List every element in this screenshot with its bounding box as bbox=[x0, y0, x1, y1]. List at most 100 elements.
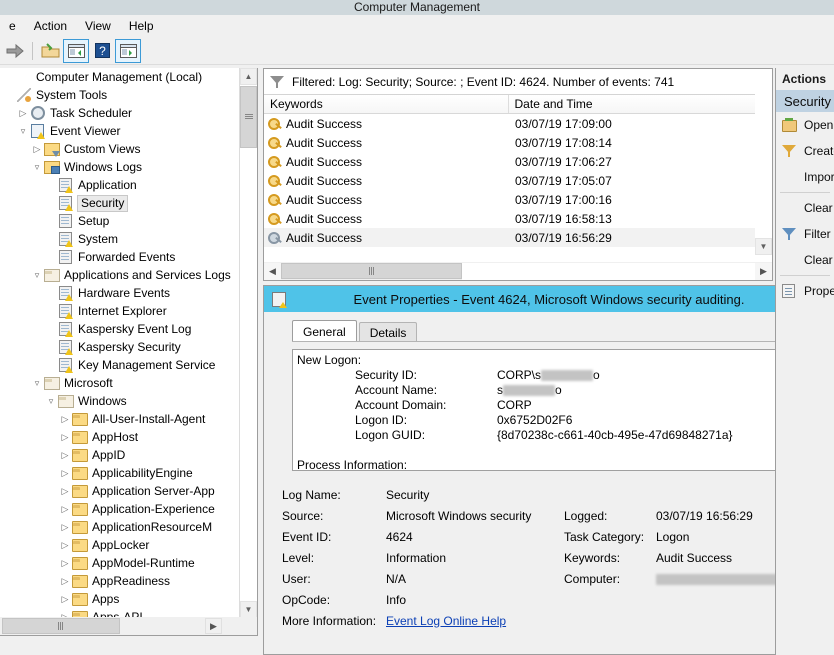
tree-item-system-tools[interactable]: System Tools bbox=[0, 86, 238, 104]
tree-item-hardware-events[interactable]: Hardware Events bbox=[0, 284, 238, 302]
help-icon[interactable]: ? bbox=[89, 39, 115, 63]
menu-file[interactable]: e bbox=[0, 16, 25, 36]
tree-expander-icon[interactable]: ▷ bbox=[58, 410, 72, 428]
tree-horizontal-scrollbar[interactable]: ▶ bbox=[0, 617, 258, 635]
open-folder-icon[interactable] bbox=[37, 39, 63, 63]
tree-item-windows[interactable]: ▿Windows bbox=[0, 392, 238, 410]
action-item-clear-log[interactable]: Clear Log... bbox=[776, 195, 834, 221]
action-item-import-custom-view[interactable]: Import Custom View... bbox=[776, 164, 834, 190]
event-keywords-cell: Audit Success bbox=[264, 193, 509, 207]
tree-item-microsoft[interactable]: ▿Microsoft bbox=[0, 374, 238, 392]
tree-item-custom-views[interactable]: ▷Custom Views bbox=[0, 140, 238, 158]
event-hscroll-right-icon[interactable]: ▶ bbox=[755, 263, 772, 280]
tree-item-applicationresourcem[interactable]: ▷ApplicationResourceM bbox=[0, 518, 238, 536]
event-list-vertical-scrollbar[interactable]: ▼ bbox=[755, 88, 772, 255]
action-item-properties[interactable]: Properties bbox=[776, 278, 834, 304]
tree-expander-icon[interactable]: ▷ bbox=[58, 554, 72, 572]
event-row[interactable]: Audit Success03/07/19 17:09:00 bbox=[264, 114, 772, 133]
tree-expander-icon[interactable]: ▷ bbox=[58, 572, 72, 590]
tree-item-appmodel-runtime[interactable]: ▷AppModel-Runtime bbox=[0, 554, 238, 572]
tree-item-computer-management-local[interactable]: Computer Management (Local) bbox=[0, 68, 238, 86]
tree-expander-icon[interactable]: ▿ bbox=[30, 374, 44, 392]
forward-arrow-icon[interactable] bbox=[2, 39, 28, 63]
tree-item-appreadiness[interactable]: ▷AppReadiness bbox=[0, 572, 238, 590]
tree-item-applicabilityengine[interactable]: ▷ApplicabilityEngine bbox=[0, 464, 238, 482]
tree-scroll-down-icon[interactable]: ▼ bbox=[240, 601, 257, 618]
tree-item-apps[interactable]: ▷ Apps bbox=[0, 590, 238, 608]
event-properties-panel: Event Properties - Event 4624, Microsoft… bbox=[263, 285, 833, 655]
tree-item-windows-logs[interactable]: ▿Windows Logs bbox=[0, 158, 238, 176]
tab-details[interactable]: Details bbox=[359, 322, 418, 342]
tree-item-applocker[interactable]: ▷AppLocker bbox=[0, 536, 238, 554]
menu-view[interactable]: View bbox=[76, 16, 120, 36]
tree-expander-icon[interactable]: ▷ bbox=[58, 464, 72, 482]
event-row[interactable]: Audit Success03/07/19 17:05:07 bbox=[264, 171, 772, 190]
tree-expander-icon[interactable]: ▿ bbox=[30, 158, 44, 176]
tree-item-apphost[interactable]: ▷AppHost bbox=[0, 428, 238, 446]
event-hscroll-track[interactable] bbox=[462, 263, 755, 280]
action-item-open-saved-log[interactable]: Open Saved Log... bbox=[776, 112, 834, 138]
tree-expander-icon[interactable]: ▿ bbox=[16, 122, 30, 140]
tree-expander-icon[interactable]: ▷ bbox=[58, 428, 72, 446]
event-list-horizontal-scrollbar[interactable]: ◀ ▶ bbox=[264, 262, 772, 280]
column-header-date-and-time[interactable]: Date and Time bbox=[509, 95, 757, 113]
audit-key-icon bbox=[268, 155, 282, 169]
tree-item-application-experience[interactable]: ▷ Application-Experience bbox=[0, 500, 238, 518]
column-header-keywords[interactable]: Keywords bbox=[264, 95, 509, 113]
tree-hscroll-thumb[interactable] bbox=[2, 618, 120, 634]
tree-expander-icon[interactable]: ▷ bbox=[16, 104, 30, 122]
tree-item-setup[interactable]: Setup bbox=[0, 212, 238, 230]
action-item-clear-filter[interactable]: Clear Filter bbox=[776, 247, 834, 273]
show-hide-tree-icon[interactable] bbox=[63, 39, 89, 63]
tree-scroll-thumb[interactable] bbox=[240, 86, 257, 148]
tree-item-kaspersky-security[interactable]: Kaspersky Security bbox=[0, 338, 238, 356]
tree-item-all-user-install-agent[interactable]: ▷All-User-Install-Agent bbox=[0, 410, 238, 428]
tree-vertical-scrollbar[interactable]: ▲ ▼ bbox=[239, 68, 257, 618]
tree-item-applications-and-services-logs[interactable]: ▿Applications and Services Logs bbox=[0, 266, 238, 284]
tree-expander-icon[interactable]: ▷ bbox=[58, 590, 72, 608]
event-log-online-help-link[interactable]: Event Log Online Help bbox=[386, 614, 506, 628]
tree-expander-icon[interactable]: ▷ bbox=[58, 518, 72, 536]
event-row[interactable]: Audit Success03/07/19 17:00:16 bbox=[264, 190, 772, 209]
tree-item-key-management-service[interactable]: Key Management Service bbox=[0, 356, 238, 374]
tree-expander-icon[interactable]: ▿ bbox=[44, 392, 58, 410]
tree-item-label: Application-Experience bbox=[92, 500, 215, 518]
event-row[interactable]: Audit Success03/07/19 16:56:29 bbox=[264, 228, 772, 247]
more-information-link[interactable]: Event Log Online Help bbox=[386, 614, 564, 628]
tree-expander-icon[interactable]: ▷ bbox=[58, 446, 72, 464]
menu-action[interactable]: Action bbox=[25, 16, 76, 36]
event-keywords-cell: Audit Success bbox=[264, 174, 509, 188]
tree-item-application[interactable]: Application bbox=[0, 176, 238, 194]
tree-item-internet-explorer[interactable]: Internet Explorer bbox=[0, 302, 238, 320]
tree-item-label: System Tools bbox=[36, 86, 107, 104]
show-hide-action-pane-icon[interactable] bbox=[115, 39, 141, 63]
tree-item-appid[interactable]: ▷AppID bbox=[0, 446, 238, 464]
tree-expander-icon[interactable]: ▷ bbox=[58, 500, 72, 518]
action-item-create-custom-view[interactable]: Create Custom View... bbox=[776, 138, 834, 164]
event-detail-textbox[interactable]: New Logon:Security ID:CORP\soAccount Nam… bbox=[292, 349, 810, 471]
event-hscroll-left-icon[interactable]: ◀ bbox=[264, 263, 281, 280]
menu-help[interactable]: Help bbox=[120, 16, 163, 36]
event-scroll-down-icon[interactable]: ▼ bbox=[755, 238, 772, 255]
tree-item-forwarded-events[interactable]: Forwarded Events bbox=[0, 248, 238, 266]
tree-item-application-server-app[interactable]: ▷ Application Server-App bbox=[0, 482, 238, 500]
tree-expander-icon[interactable]: ▿ bbox=[30, 266, 44, 284]
tree-expander-icon[interactable]: ▷ bbox=[58, 536, 72, 554]
tree-expander-icon[interactable]: ▷ bbox=[58, 482, 72, 500]
tab-general[interactable]: General bbox=[292, 320, 357, 342]
event-hscroll-thumb[interactable] bbox=[281, 263, 462, 279]
tree-hscroll-right-icon[interactable]: ▶ bbox=[205, 618, 222, 634]
event-row[interactable]: Audit Success03/07/19 16:58:13 bbox=[264, 209, 772, 228]
tree-item-security[interactable]: Security bbox=[0, 194, 238, 212]
tree-item-system[interactable]: System bbox=[0, 230, 238, 248]
event-row[interactable]: Audit Success03/07/19 17:06:27 bbox=[264, 152, 772, 171]
tree-expander-icon[interactable]: ▷ bbox=[30, 140, 44, 158]
tree-scroll-up-icon[interactable]: ▲ bbox=[240, 68, 257, 85]
tree-item-label: Application Server-App bbox=[92, 482, 215, 500]
tree-item-label: Apps bbox=[92, 590, 119, 608]
action-item-filter-current-log[interactable]: Filter Current Log... bbox=[776, 221, 834, 247]
tree-item-task-scheduler[interactable]: ▷Task Scheduler bbox=[0, 104, 238, 122]
tree-item-kaspersky-event-log[interactable]: Kaspersky Event Log bbox=[0, 320, 238, 338]
tree-item-event-viewer[interactable]: ▿Event Viewer bbox=[0, 122, 238, 140]
event-row[interactable]: Audit Success03/07/19 17:08:14 bbox=[264, 133, 772, 152]
